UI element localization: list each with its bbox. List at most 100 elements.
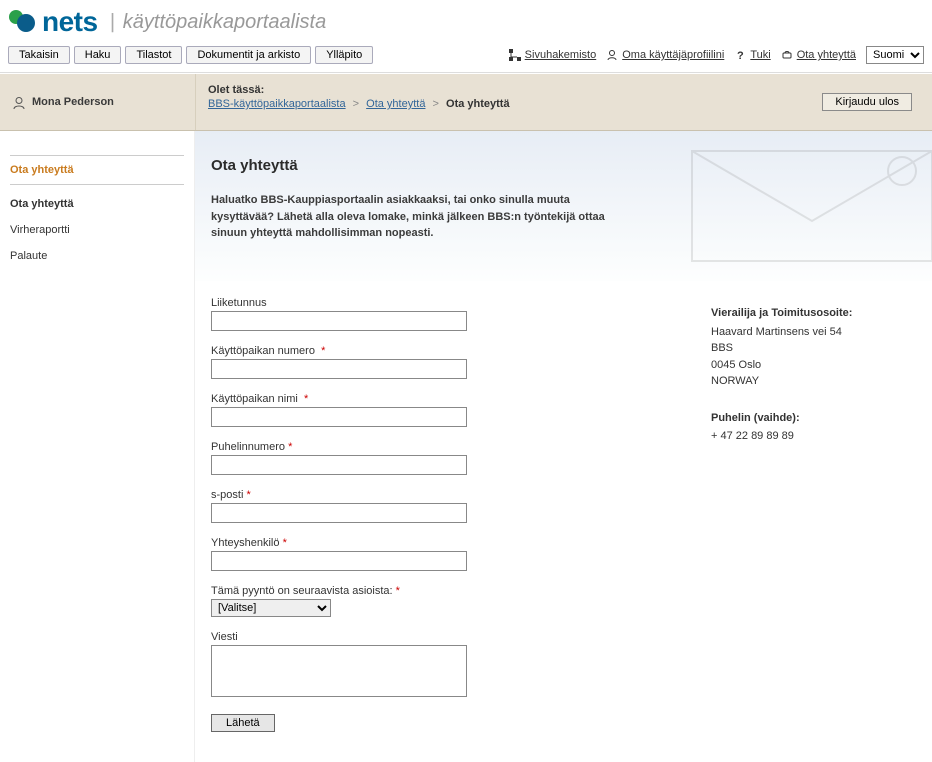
- question-icon: ?: [734, 49, 746, 61]
- label-liiketunnus: Liiketunnus: [211, 297, 671, 309]
- user-info: Mona Pederson: [0, 74, 195, 130]
- toolbar-back-button[interactable]: Takaisin: [8, 46, 70, 64]
- label-yhteyshenkilo-text: Yhteyshenkilö: [211, 537, 280, 549]
- brand-logo-icon: [8, 8, 36, 36]
- content-banner: Ota yhteyttä Haluatko BBS-Kauppiasportaa…: [195, 131, 932, 281]
- breadcrumb-item-0[interactable]: BBS-käyttöpaikkaportaalista: [208, 98, 346, 110]
- contact-form: Liiketunnus Käyttöpaikan numero * Käyttö…: [211, 297, 671, 732]
- content-body: Liiketunnus Käyttöpaikan numero * Käyttö…: [195, 281, 932, 762]
- profile-link[interactable]: Oma käyttäjäprofiilini: [606, 49, 724, 61]
- toolbar-search-button[interactable]: Haku: [74, 46, 122, 64]
- sidebar-section-title: Ota yhteyttä: [10, 155, 184, 185]
- breadcrumb-sep: >: [353, 98, 359, 110]
- label-puhelinnumero: Puhelinnumero *: [211, 441, 671, 453]
- address-line2: BBS: [711, 340, 916, 357]
- profile-label: Oma käyttäjäprofiilini: [622, 49, 724, 61]
- phone-value: + 47 22 89 89 89: [711, 428, 916, 445]
- sitemap-icon: [509, 49, 521, 61]
- field-liiketunnus: Liiketunnus: [211, 297, 671, 331]
- utility-links: Sivuhakemisto Oma käyttäjäprofiilini ? T…: [509, 46, 924, 64]
- user-icon: [606, 49, 618, 61]
- field-yhteyshenkilo: Yhteyshenkilö *: [211, 537, 671, 571]
- sidebar-item-errorreport[interactable]: Virheraportti: [10, 217, 184, 243]
- logo: nets | käyttöpaikkaportaalista: [8, 6, 924, 38]
- user-bar: Mona Pederson Olet tässä: BBS-käyttöpaik…: [0, 73, 932, 131]
- breadcrumb-item-1[interactable]: Ota yhteyttä: [366, 98, 425, 110]
- label-kayttopaikan-nimi: Käyttöpaikan nimi *: [211, 393, 671, 405]
- label-kayttopaikan-numero-text: Käyttöpaikan numero: [211, 345, 315, 357]
- address-line1: Haavard Martinsens vei 54: [711, 324, 916, 341]
- input-kayttopaikan-numero[interactable]: [211, 359, 467, 379]
- label-puhelinnumero-text: Puhelinnumero: [211, 441, 285, 453]
- required-mark: *: [396, 585, 400, 597]
- required-mark: *: [321, 345, 325, 357]
- brand-subtitle: käyttöpaikkaportaalista: [123, 11, 326, 34]
- address-title: Vierailija ja Toimitusosoite:: [711, 305, 916, 322]
- input-liiketunnus[interactable]: [211, 311, 467, 331]
- label-asia-text: Tämä pyyntö on seuraavista asioista:: [211, 585, 393, 597]
- toolbar-maint-button[interactable]: Ylläpito: [315, 46, 373, 64]
- page-title: Ota yhteyttä: [211, 157, 916, 174]
- breadcrumb-item-current: Ota yhteyttä: [446, 98, 510, 110]
- content: Ota yhteyttä Haluatko BBS-Kauppiasportaa…: [195, 131, 932, 762]
- select-asia[interactable]: [Valitse]: [211, 599, 331, 617]
- breadcrumb-sep: >: [433, 98, 439, 110]
- main-toolbar: Takaisin Haku Tilastot Dokumentit ja ark…: [8, 46, 373, 64]
- toolbar-row: Takaisin Haku Tilastot Dokumentit ja ark…: [0, 40, 932, 73]
- label-kayttopaikan-numero: Käyttöpaikan numero *: [211, 345, 671, 357]
- toolbar-docs-button[interactable]: Dokumentit ja arkisto: [186, 46, 311, 64]
- field-viesti: Viesti: [211, 631, 671, 700]
- breadcrumb-label: Olet tässä:: [208, 84, 790, 96]
- page-intro: Haluatko BBS-Kauppiasportaalin asiakkaak…: [211, 192, 631, 242]
- address-line3: 0045 Oslo: [711, 357, 916, 374]
- input-sposti[interactable]: [211, 503, 467, 523]
- toolbar-stats-button[interactable]: Tilastot: [125, 46, 182, 64]
- label-sposti: s-posti *: [211, 489, 671, 501]
- phone-title: Puhelin (vaihde):: [711, 410, 916, 427]
- breadcrumb-area: Olet tässä: BBS-käyttöpaikkaportaalista …: [195, 74, 802, 130]
- phone-icon: [781, 49, 793, 61]
- field-sposti: s-posti *: [211, 489, 671, 523]
- label-asia: Tämä pyyntö on seuraavista asioista: *: [211, 585, 671, 597]
- address-block: Vierailija ja Toimitusosoite: Haavard Ma…: [711, 305, 916, 390]
- required-mark: *: [246, 489, 250, 501]
- contact-label: Ota yhteyttä: [797, 49, 856, 61]
- breadcrumb: BBS-käyttöpaikkaportaalista > Ota yhteyt…: [208, 98, 790, 110]
- phone-block: Puhelin (vaihde): + 47 22 89 89 89: [711, 410, 916, 445]
- label-yhteyshenkilo: Yhteyshenkilö *: [211, 537, 671, 549]
- required-mark: *: [283, 537, 287, 549]
- brand-separator: |: [110, 11, 115, 34]
- field-kayttopaikan-numero: Käyttöpaikan numero *: [211, 345, 671, 379]
- label-kayttopaikan-nimi-text: Käyttöpaikan nimi: [211, 393, 298, 405]
- sidebar-item-contact[interactable]: Ota yhteyttä: [10, 191, 184, 217]
- help-label: Tuki: [750, 49, 770, 61]
- required-mark: *: [288, 441, 292, 453]
- svg-text:?: ?: [737, 50, 744, 61]
- main: Ota yhteyttä Ota yhteyttä Virheraportti …: [0, 131, 932, 762]
- help-link[interactable]: ? Tuki: [734, 49, 770, 61]
- field-puhelinnumero: Puhelinnumero *: [211, 441, 671, 475]
- logout-button[interactable]: Kirjaudu ulos: [822, 93, 912, 111]
- language-select[interactable]: Suomi: [866, 46, 924, 64]
- required-mark: *: [304, 393, 308, 405]
- header: nets | käyttöpaikkaportaalista: [0, 0, 932, 40]
- input-kayttopaikan-nimi[interactable]: [211, 407, 467, 427]
- input-puhelinnumero[interactable]: [211, 455, 467, 475]
- sidebar: Ota yhteyttä Ota yhteyttä Virheraportti …: [0, 131, 195, 762]
- contact-link[interactable]: Ota yhteyttä: [781, 49, 856, 61]
- envelope-decorative-icon: [672, 131, 932, 281]
- submit-button[interactable]: Lähetä: [211, 714, 275, 732]
- label-liiketunnus-text: Liiketunnus: [211, 297, 267, 309]
- sidebar-item-feedback[interactable]: Palaute: [10, 243, 184, 269]
- info-column: Vierailija ja Toimitusosoite: Haavard Ma…: [711, 297, 916, 732]
- field-kayttopaikan-nimi: Käyttöpaikan nimi *: [211, 393, 671, 427]
- label-viesti: Viesti: [211, 631, 671, 643]
- logout-area: Kirjaudu ulos: [802, 74, 932, 130]
- label-sposti-text: s-posti: [211, 489, 243, 501]
- user-display-name: Mona Pederson: [32, 96, 114, 108]
- sitemap-label: Sivuhakemisto: [525, 49, 597, 61]
- textarea-viesti[interactable]: [211, 645, 467, 697]
- sitemap-link[interactable]: Sivuhakemisto: [509, 49, 597, 61]
- brand-name: nets: [42, 6, 98, 38]
- input-yhteyshenkilo[interactable]: [211, 551, 467, 571]
